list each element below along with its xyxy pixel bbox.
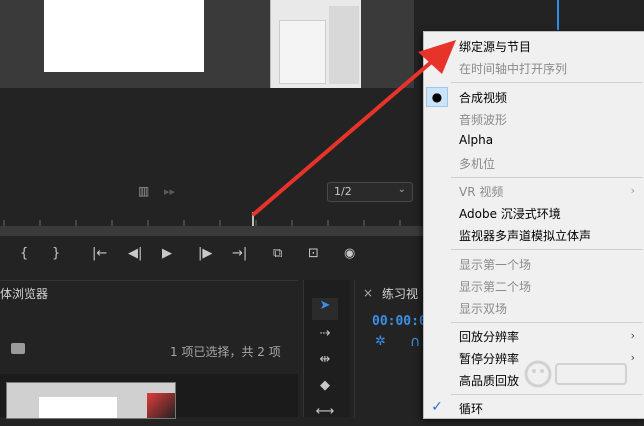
menu-item-composite-video[interactable]: 合成视频 (459, 89, 507, 106)
checkmark-icon: ✓ (431, 399, 443, 415)
menu-item-audio-waveform[interactable]: 音频波形 (459, 111, 507, 128)
menu-separator (451, 82, 643, 83)
snap-icon[interactable]: ✲ (375, 334, 386, 349)
time-ruler[interactable] (0, 206, 430, 228)
resolution-value: 1/2 (334, 185, 352, 198)
step-back-button[interactable]: ◀| (128, 246, 142, 261)
close-icon[interactable]: × (363, 286, 373, 300)
playhead[interactable] (252, 212, 254, 226)
menu-item-multicam[interactable]: 多机位 (459, 155, 495, 172)
step-forward-button[interactable]: |▶ (198, 246, 212, 261)
selection-count: 1 项已选择，共 2 项 (170, 345, 281, 359)
sequence-tab[interactable]: 练习视 (382, 285, 418, 302)
menu-item-multichannel-stereo[interactable]: 监视器多声道模拟立体声 (459, 227, 591, 244)
menu-item-paused-resolution[interactable]: 暂停分辨率 (459, 350, 519, 367)
timecode[interactable]: 00:00:0 (372, 314, 427, 329)
menu-item-immersive[interactable]: Adobe 沉浸式环境 (459, 205, 561, 222)
submenu-arrow-icon: › (630, 184, 635, 197)
menu-item-open-in-timeline[interactable]: 在时间轴中打开序列 (459, 60, 567, 77)
menu-item-show-both-fields[interactable]: 显示双场 (459, 300, 507, 317)
insert-icon[interactable]: ⧉ (273, 246, 282, 261)
camera-icon[interactable]: ◉ (344, 246, 355, 261)
panel-focus-edge (557, 0, 559, 30)
menu-item-high-quality-playback[interactable]: 高品质回放 (459, 372, 519, 389)
mark-in-button[interactable]: { (20, 246, 28, 261)
razor-icon[interactable]: ◆ (312, 378, 338, 400)
overwrite-icon[interactable]: ⊡ (308, 246, 319, 261)
monitor-screenshot-thumbnail (270, 0, 361, 88)
menu-separator (451, 177, 643, 178)
play-button[interactable]: ▶ (162, 246, 172, 261)
submenu-arrow-icon: › (630, 329, 635, 342)
menu-item-vr-video[interactable]: VR 视频 (459, 183, 503, 200)
slip-icon[interactable]: ⟷ (312, 404, 338, 426)
time-bar[interactable] (0, 226, 430, 236)
fast-forward-icon: ▸▸ (164, 185, 176, 198)
menu-item-show-second-field[interactable]: 显示第二个场 (459, 278, 531, 295)
selection-tool-icon[interactable]: ➤ (312, 298, 338, 320)
menu-item-alpha[interactable]: Alpha (459, 133, 493, 147)
monitor-canvas (44, 0, 204, 72)
clip-thumbnail[interactable] (6, 382, 176, 419)
menu-item-loop[interactable]: 循环 (459, 400, 483, 417)
radio-dot-icon: ● (426, 87, 448, 107)
linked-selection-icon[interactable]: ∩ (410, 334, 420, 350)
transport-controls (0, 240, 430, 274)
panel-title[interactable]: 体浏览器 (0, 285, 48, 302)
watermark-logo (524, 360, 627, 388)
resolution-dropdown[interactable]: 1/2 ⌄ (327, 182, 413, 202)
film-strip-icon[interactable]: ▥ (138, 184, 150, 198)
track-select-icon[interactable]: ⇢ (312, 326, 338, 348)
menu-item-show-first-field[interactable]: 显示第一个场 (459, 256, 531, 273)
menu-separator (451, 394, 643, 395)
go-to-out-button[interactable]: →| (232, 246, 247, 261)
menu-item-bind-source-program[interactable]: 绑定源与节目 (459, 38, 531, 55)
folder-icon[interactable] (11, 343, 25, 354)
chevron-down-icon: ⌄ (397, 184, 406, 195)
ripple-edit-icon[interactable]: ⇹ (312, 352, 338, 374)
menu-separator (451, 249, 643, 250)
go-to-in-button[interactable]: |← (92, 246, 107, 261)
menu-item-playback-resolution[interactable]: 回放分辨率 (459, 328, 519, 345)
menu-separator (451, 322, 643, 323)
mark-out-button[interactable]: } (52, 246, 60, 261)
